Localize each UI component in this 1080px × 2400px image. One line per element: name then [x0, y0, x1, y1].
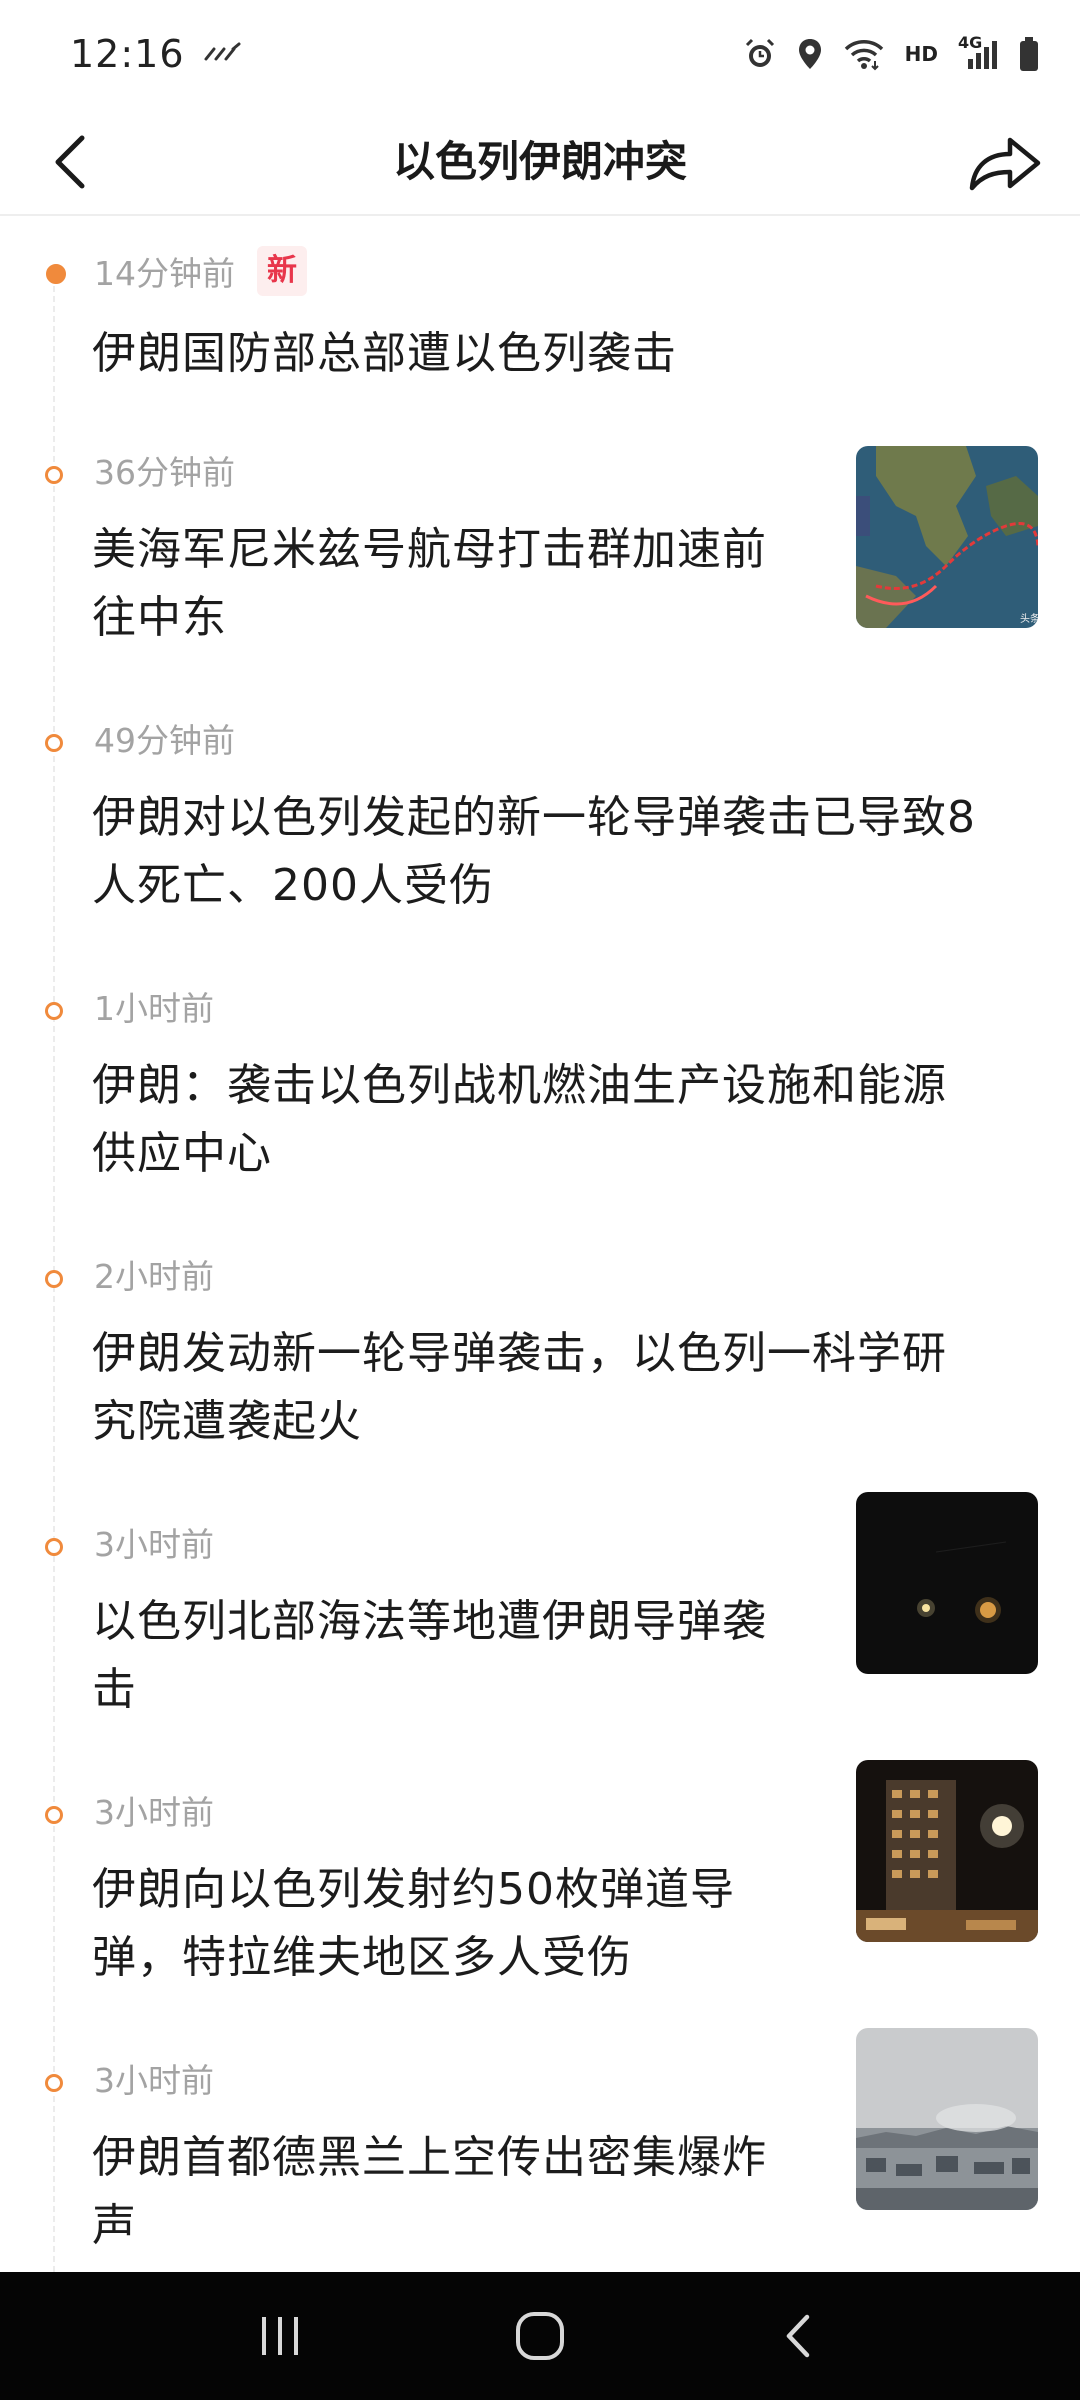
headline-line: 伊朗：袭击以色列战机燃油生产设施和能源: [92, 1060, 947, 1111]
timeline-dot: [45, 1806, 63, 1824]
signal-indicator-icon: [203, 41, 241, 67]
headline: 伊朗：袭击以色列战机燃油生产设施和能源 供应中心: [92, 1052, 947, 1188]
timeline-item[interactable]: 2小时前 伊朗发动新一轮导弹袭击，以色列一科学研 究院遭袭起火: [0, 1250, 1080, 1470]
time-label: 1小时前: [94, 989, 214, 1028]
thumbnail-caption: 头条: [1020, 612, 1038, 625]
time-label: 3小时前: [94, 2061, 214, 2100]
headline-line: 人死亡、200人受伤: [92, 860, 494, 911]
city-haze-thumbnail-image: [856, 2028, 1038, 2210]
time-row: 36分钟前: [94, 446, 235, 494]
cell-signal-icon: 4G: [958, 33, 998, 71]
thumbnail-night-sky[interactable]: [856, 1492, 1038, 1674]
timeline-item[interactable]: 1小时前 伊朗：袭击以色列战机燃油生产设施和能源 供应中心: [0, 982, 1080, 1202]
timeline-item[interactable]: 36分钟前 美海军尼米兹号航母打击群加速前 往中东 头条: [0, 446, 1080, 666]
headline: 以色列北部海法等地遭伊朗导弹袭 击: [92, 1588, 767, 1724]
time-row: 49分钟前: [94, 714, 235, 762]
time-row: 3小时前: [94, 1518, 214, 1566]
thumbnail-building-night[interactable]: [856, 1760, 1038, 1942]
status-left: 12:16: [70, 32, 241, 76]
network-gen-label: 4G: [958, 33, 983, 52]
header: 以色列伊朗冲突: [0, 108, 1080, 216]
headline: 伊朗向以色列发射约50枚弹道导 弹，特拉维夫地区多人受伤: [92, 1856, 735, 1992]
timeline-item[interactable]: 3小时前 伊朗首都德黑兰上空传出密集爆炸 声: [0, 2028, 1080, 2272]
wifi-icon: [843, 37, 885, 71]
status-right: HD 4G: [743, 33, 1040, 72]
headline-line: 美海军尼米兹号航母打击群加速前: [92, 524, 767, 575]
status-time: 12:16: [70, 32, 185, 76]
timeline: 14分钟前 新 伊朗国防部总部遭以色列袭击 36分钟前 美海军尼米兹号航母打击群…: [0, 216, 1080, 2272]
share-arrow-icon: [969, 137, 1041, 191]
timeline-dot: [45, 1538, 63, 1556]
building-night-thumbnail-image: [856, 1760, 1038, 1942]
timeline-dot: [46, 264, 66, 284]
time-label: 14分钟前: [94, 254, 235, 293]
headline: 伊朗对以色列发起的新一轮导弹袭击已导致8 人死亡、200人受伤: [92, 784, 976, 920]
page-title: 以色列伊朗冲突: [392, 137, 687, 186]
headline-line: 以色列北部海法等地遭伊朗导弹袭: [92, 1596, 767, 1647]
home-button[interactable]: [500, 2296, 580, 2376]
timeline-dot: [45, 1002, 63, 1020]
back-icon: [786, 2314, 810, 2358]
night-sky-thumbnail-image: [856, 1492, 1038, 1674]
time-row: 14分钟前 新: [94, 246, 307, 296]
time-label: 36分钟前: [94, 453, 235, 492]
recent-apps-icon: [262, 2317, 298, 2355]
new-badge: 新: [257, 246, 307, 296]
timeline-item[interactable]: 3小时前 以色列北部海法等地遭伊朗导弹袭 击: [0, 1492, 1080, 1738]
battery-icon: [1018, 36, 1040, 72]
time-row: 3小时前: [94, 1786, 214, 1834]
location-icon: [797, 37, 823, 71]
headline-line: 弹，特拉维夫地区多人受伤: [92, 1932, 632, 1983]
headline-line: 伊朗首都德黑兰上空传出密集爆炸: [92, 2132, 767, 2183]
headline-line: 往中东: [92, 592, 227, 643]
map-thumbnail-image: 头条: [856, 446, 1038, 628]
headline-line: 伊朗对以色列发起的新一轮导弹袭击已导致8: [92, 792, 976, 843]
timeline-item[interactable]: 3小时前 伊朗向以色列发射约50枚弹道导 弹，特拉维夫地区多人受伤: [0, 1760, 1080, 2006]
headline: 伊朗发动新一轮导弹袭击，以色列一科学研 究院遭袭起火: [92, 1320, 947, 1456]
thumbnail-map[interactable]: 头条: [856, 446, 1038, 628]
headline-line: 击: [92, 1664, 137, 1715]
time-label: 49分钟前: [94, 721, 235, 760]
headline-line: 供应中心: [92, 1128, 272, 1179]
timeline-dot: [45, 466, 63, 484]
recent-apps-button[interactable]: [240, 2296, 320, 2376]
timeline-item[interactable]: 49分钟前 伊朗对以色列发起的新一轮导弹袭击已导致8 人死亡、200人受伤: [0, 714, 1080, 934]
headline-line: 伊朗发动新一轮导弹袭击，以色列一科学研: [92, 1328, 947, 1379]
time-row: 2小时前: [94, 1250, 214, 1298]
time-row: 1小时前: [94, 982, 214, 1030]
time-label: 3小时前: [94, 1525, 214, 1564]
time-row: 3小时前: [94, 2054, 214, 2102]
navigation-bar: [0, 2272, 1080, 2400]
timeline-dot: [45, 1270, 63, 1288]
alarm-icon: [743, 37, 777, 71]
system-back-button[interactable]: [760, 2296, 840, 2376]
hd-label: HD: [904, 42, 938, 66]
status-bar: 12:16 HD 4G: [0, 0, 1080, 108]
share-button[interactable]: [966, 132, 1044, 194]
time-label: 2小时前: [94, 1257, 214, 1296]
headline-line: 伊朗国防部总部遭以色列袭击: [92, 328, 677, 379]
headline-line: 究院遭袭起火: [92, 1396, 362, 1447]
screen: 12:16 HD 4G 以色列伊朗冲突 14分钟前 新 伊朗国防部总部遭以色列袭…: [0, 0, 1080, 2400]
headline: 美海军尼米兹号航母打击群加速前 往中东: [92, 516, 767, 652]
thumbnail-city-haze[interactable]: [856, 2028, 1038, 2210]
headline-line: 伊朗向以色列发射约50枚弹道导: [92, 1864, 735, 1915]
headline: 伊朗国防部总部遭以色列袭击: [92, 320, 677, 388]
headline: 伊朗首都德黑兰上空传出密集爆炸 声: [92, 2124, 767, 2260]
timeline-dot: [45, 2074, 63, 2092]
time-label: 3小时前: [94, 1793, 214, 1832]
timeline-dot: [45, 734, 63, 752]
timeline-item[interactable]: 14分钟前 新 伊朗国防部总部遭以色列袭击: [0, 216, 1080, 406]
home-icon: [516, 2312, 564, 2360]
headline-line: 声: [92, 2200, 137, 2251]
